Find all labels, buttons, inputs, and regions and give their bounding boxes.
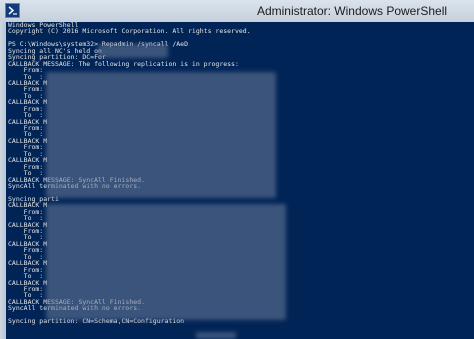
redacted-region (196, 332, 236, 339)
redacted-region (98, 44, 168, 58)
title-bar[interactable]: Administrator: Windows PowerShell (0, 0, 474, 23)
console-output[interactable]: Windows PowerShell Copyright (C) 2016 Mic… (6, 22, 474, 339)
redacted-region (46, 72, 276, 198)
redacted-region (46, 204, 286, 320)
window-title: Administrator: Windows PowerShell (256, 4, 448, 18)
